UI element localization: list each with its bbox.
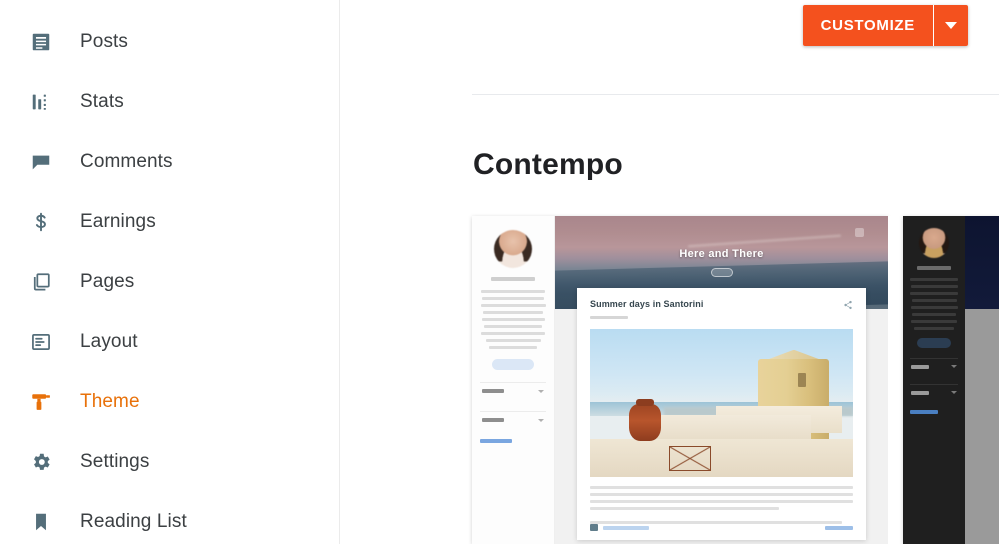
sidebar-item-label: Posts: [80, 31, 129, 52]
preview-labels-row[interactable]: [480, 411, 546, 428]
chevron-down-icon: [951, 365, 957, 368]
sidebar-item-label: Stats: [80, 91, 124, 112]
preview-report-link[interactable]: [910, 410, 938, 414]
preview-post-card[interactable]: Summer days in Santorini: [577, 288, 866, 540]
preview-post-meta: Summer days in Santorini: [590, 299, 703, 319]
sidebar-item-label: Theme: [80, 391, 140, 412]
preview-post-image: [590, 329, 853, 477]
comments-icon: [26, 147, 56, 177]
chevron-down-icon: [951, 391, 957, 394]
sidebar-item-label: Settings: [80, 451, 150, 472]
sidebar-item-stats[interactable]: Stats: [0, 72, 339, 132]
preview-post-title: Summer days in Santorini: [590, 299, 704, 309]
comment-icon: [590, 524, 598, 531]
author-name-placeholder: [491, 277, 535, 281]
sidebar-item-settings[interactable]: Settings: [0, 432, 339, 492]
chevron-down-icon: [945, 22, 957, 29]
chevron-down-icon: [538, 418, 544, 422]
preview-follow-button[interactable]: [917, 338, 951, 348]
posts-icon: [26, 27, 56, 57]
theme-icon: [26, 387, 56, 417]
preview-hero-badge-icon: [855, 228, 864, 237]
sidebar-item-layout[interactable]: Layout: [0, 312, 339, 372]
customize-dropdown-button[interactable]: [934, 5, 968, 46]
page-title: Contempo: [473, 148, 623, 181]
preview-body: Here and There Summer days in Santorini: [555, 216, 888, 544]
sidebar-nav: Posts Stats Comments Earnings Pages Layo…: [0, 0, 340, 544]
sidebar-item-reading-list[interactable]: Reading List: [0, 492, 339, 544]
sidebar-item-label: Reading List: [80, 511, 187, 532]
pages-icon: [26, 267, 56, 297]
preview-post-header: Summer days in Santorini: [590, 299, 853, 319]
hamburger-menu-icon[interactable]: [710, 268, 733, 277]
preview-post-body: [590, 486, 853, 524]
avatar: [919, 228, 949, 258]
sidebar-item-label: Earnings: [80, 211, 156, 232]
sidebar-item-label: Layout: [80, 331, 138, 352]
preview-labels-row[interactable]: [910, 384, 958, 400]
preview-archive-row[interactable]: [480, 382, 546, 399]
settings-gear-icon: [26, 447, 56, 477]
preview-gutter: [888, 216, 903, 544]
preview-post-footer: [590, 524, 853, 531]
earnings-icon: [26, 207, 56, 237]
sidebar-item-pages[interactable]: Pages: [0, 252, 339, 312]
theme-preview-light[interactable]: Here and There Summer days in Santorini: [472, 216, 888, 544]
chevron-down-icon: [538, 389, 544, 393]
author-bio-placeholder: [480, 290, 546, 349]
preview-comment-link[interactable]: [603, 525, 649, 530]
header-divider: [472, 94, 999, 95]
blogger-dashboard: Posts Stats Comments Earnings Pages Layo…: [0, 0, 999, 544]
sidebar-item-posts[interactable]: Posts: [0, 12, 339, 72]
customize-button[interactable]: CUSTOMIZE: [802, 5, 933, 46]
author-name-placeholder: [917, 266, 951, 270]
preview-post-date: [590, 316, 628, 319]
sidebar-item-earnings[interactable]: Earnings: [0, 192, 339, 252]
author-bio-placeholder: [910, 278, 958, 330]
preview-body-dark: [965, 216, 999, 544]
sidebar-item-label: Pages: [80, 271, 135, 292]
preview-sidebar-dark: [903, 216, 965, 544]
preview-report-link[interactable]: [480, 439, 512, 443]
preview-hero-dark: [965, 216, 999, 309]
customize-split-button[interactable]: CUSTOMIZE: [802, 5, 968, 46]
preview-sidebar: [472, 216, 555, 544]
theme-preview-dark[interactable]: [903, 216, 999, 544]
preview-read-more-link[interactable]: [825, 525, 853, 530]
preview-follow-button[interactable]: [492, 359, 534, 370]
bookmark-icon: [26, 507, 56, 537]
preview-blog-title: Here and There: [679, 248, 764, 260]
sidebar-item-label: Comments: [80, 151, 173, 172]
preview-archive-row[interactable]: [910, 358, 958, 374]
layout-icon: [26, 327, 56, 357]
sidebar-item-comments[interactable]: Comments: [0, 132, 339, 192]
share-icon[interactable]: [843, 300, 853, 310]
main-content: CUSTOMIZE Contempo Here and There Summer…: [340, 0, 999, 544]
theme-preview-stage: Here and There Summer days in Santorini: [472, 216, 999, 544]
stats-icon: [26, 87, 56, 117]
avatar: [494, 230, 532, 268]
sidebar-item-theme[interactable]: Theme: [0, 372, 339, 432]
